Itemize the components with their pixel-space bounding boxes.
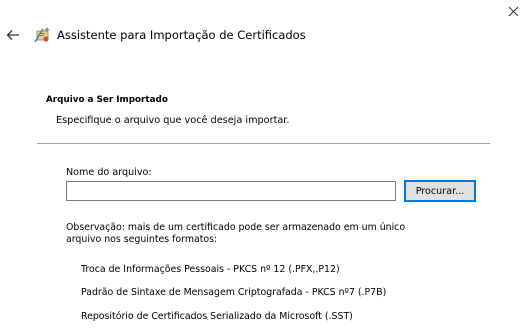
- back-arrow-icon: [6, 30, 19, 40]
- window-title: Assistente para Importação de Certificad…: [57, 28, 306, 42]
- section-header: Arquivo a Ser Importado: [46, 95, 168, 105]
- file-name-label: Nome do arquivo:: [66, 167, 152, 178]
- divider: [37, 143, 490, 144]
- browse-button[interactable]: Procurar...: [404, 180, 476, 202]
- format-item-pkcs12: Troca de Informações Pessoais - PKCS nº …: [81, 264, 340, 275]
- format-item-sst: Repositório de Certificados Serializado …: [81, 311, 353, 322]
- certificate-wizard-icon: [34, 27, 50, 43]
- file-name-input[interactable]: [66, 181, 396, 201]
- close-button[interactable]: [498, 0, 528, 22]
- formats-note: Observação: mais de um certificado pode …: [66, 222, 406, 245]
- back-button[interactable]: [4, 26, 22, 44]
- format-item-pkcs7: Padrão de Sintaxe de Mensagem Criptograf…: [81, 287, 387, 298]
- section-description: Especifique o arquivo que você deseja im…: [56, 115, 290, 126]
- close-icon: [508, 6, 518, 16]
